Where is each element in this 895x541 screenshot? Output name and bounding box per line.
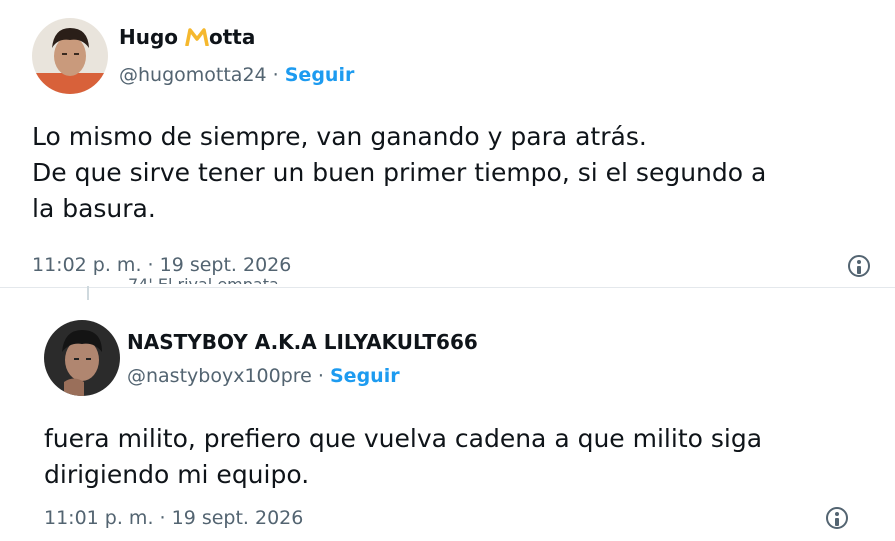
- handle-row: @hugomotta24 · Seguir: [119, 64, 354, 86]
- follow-button[interactable]: Seguir: [330, 365, 400, 387]
- tweet-card: Hugo otta @hugomotta24 · Seguir Lo mismo…: [0, 0, 895, 288]
- separator: ·: [311, 365, 330, 387]
- tweet-card: 74' El rival empata. NASTYBOY A.K.A LILY…: [0, 275, 895, 541]
- separator: ·: [266, 64, 285, 86]
- timestamp[interactable]: 11:02 p. m. · 19 sept. 2026: [32, 254, 291, 276]
- display-name[interactable]: NASTYBOY A.K.A LILYAKULT666: [127, 330, 478, 354]
- thread-connector: [87, 286, 89, 300]
- display-name[interactable]: Hugo otta: [119, 25, 255, 51]
- tweet-text-line: dirigiendo mi equipo.: [44, 460, 310, 489]
- tweet-text: fuera milito, prefiero que vuelva cadena…: [44, 421, 762, 493]
- display-name-part: otta: [209, 25, 256, 49]
- info-icon[interactable]: [848, 255, 870, 277]
- truncated-context-text: 74' El rival empata.: [128, 275, 284, 284]
- tweet-text-line: De que sirve tener un buen primer tiempo…: [32, 158, 767, 187]
- tweet-text-line: fuera milito, prefiero que vuelva cadena…: [44, 424, 763, 453]
- handle-row: @nastyboyx100pre · Seguir: [127, 365, 400, 387]
- tweet-text: Lo mismo de siempre, van ganando y para …: [32, 119, 766, 227]
- m-logo-icon: [185, 26, 209, 51]
- avatar[interactable]: [32, 18, 108, 94]
- info-icon[interactable]: [826, 507, 848, 529]
- follow-button[interactable]: Seguir: [285, 64, 355, 86]
- avatar[interactable]: [44, 320, 120, 396]
- tweet-text-line: la basura.: [32, 194, 156, 223]
- display-name-part: Hugo: [119, 25, 185, 49]
- tweet-text-line: Lo mismo de siempre, van ganando y para …: [32, 122, 647, 151]
- timestamp[interactable]: 11:01 p. m. · 19 sept. 2026: [44, 507, 303, 529]
- handle[interactable]: @hugomotta24: [119, 64, 267, 86]
- handle[interactable]: @nastyboyx100pre: [127, 365, 312, 387]
